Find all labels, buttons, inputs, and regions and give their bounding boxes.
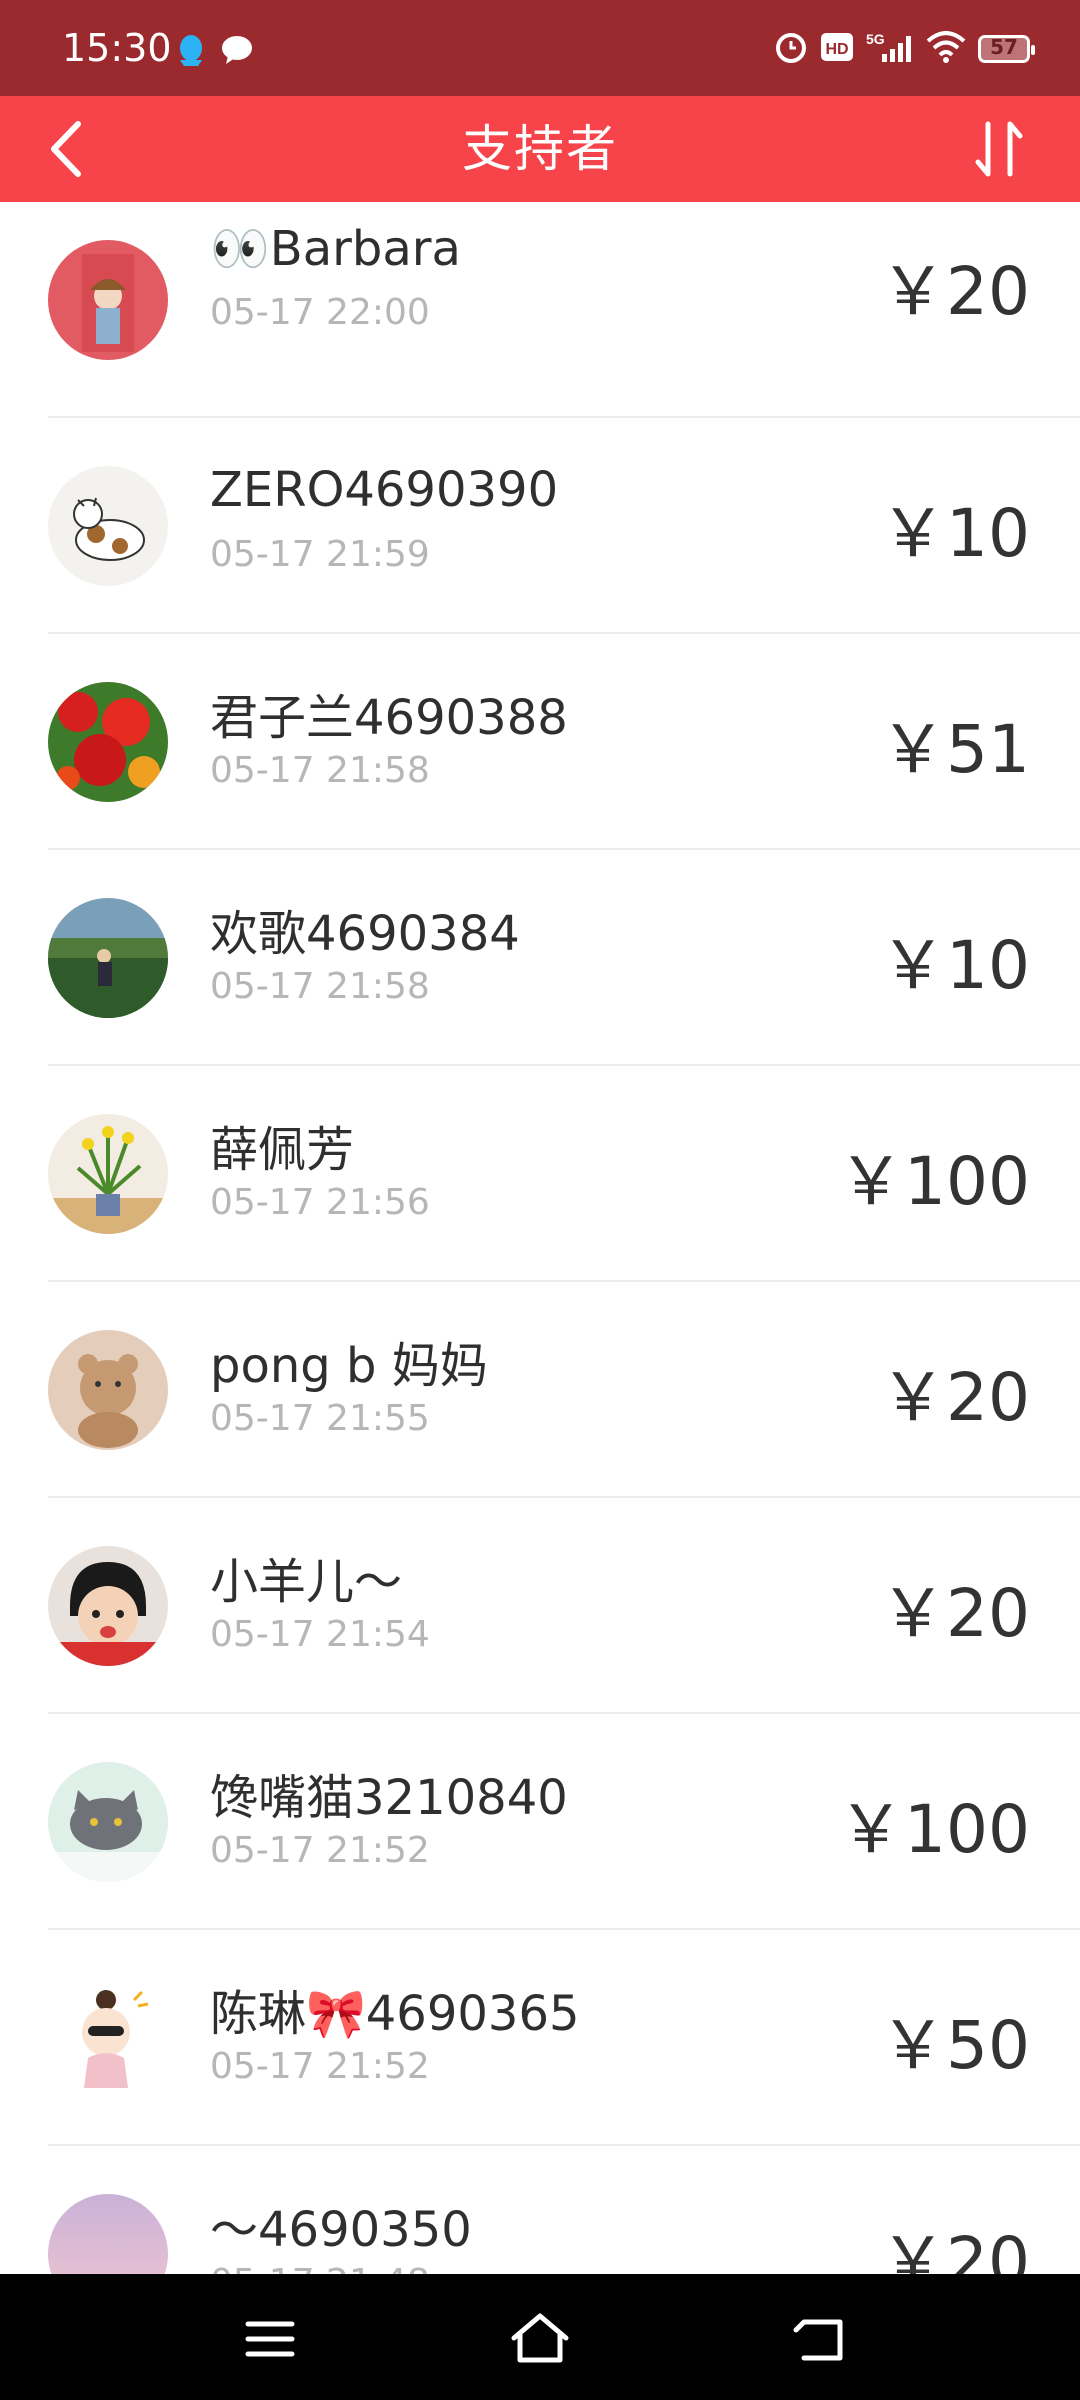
supporter-amount: ￥20	[880, 2223, 1030, 2274]
home-button[interactable]	[500, 2304, 580, 2374]
avatar[interactable]	[48, 1978, 168, 2098]
sort-button[interactable]	[960, 110, 1040, 190]
supporter-amount: ￥20	[880, 1575, 1030, 1652]
supporter-row[interactable]: pong b 妈妈 05-17 21:55 ￥20	[0, 1282, 1080, 1498]
signal-icon: 5G	[866, 30, 914, 68]
avatar[interactable]	[48, 898, 168, 1018]
supporter-time: 05-17 21:55	[210, 1398, 430, 1439]
chat-icon	[220, 34, 254, 72]
supporter-amount: ￥20	[880, 1359, 1030, 1436]
supporter-row[interactable]: 馋嘴猫3210840 05-17 21:52 ￥100	[0, 1714, 1080, 1930]
supporter-name: 薛佩芳	[210, 1122, 355, 1178]
back-icon	[793, 2319, 843, 2361]
supporter-row[interactable]: 👀Barbara 05-17 22:00 ￥20	[0, 202, 1080, 418]
home-icon	[511, 2313, 569, 2363]
supporter-time: 05-17 21:52	[210, 1830, 430, 1871]
supporter-name: 君子兰4690388	[210, 690, 568, 746]
supporter-name: 陈琳🎀4690365	[210, 1986, 580, 2042]
hd-icon: HD	[820, 32, 854, 66]
sort-icon	[975, 121, 1023, 177]
menu-button[interactable]	[230, 2304, 310, 2374]
svg-text:5G: 5G	[866, 31, 885, 47]
supporter-name: 小羊儿～	[210, 1554, 403, 1610]
avatar[interactable]	[48, 466, 168, 586]
app-header: 支持者	[0, 96, 1080, 202]
qq-icon	[176, 34, 206, 72]
supporter-amount: ￥10	[880, 927, 1030, 1004]
navigation-bar	[0, 2274, 1080, 2400]
alarm-icon	[774, 30, 808, 68]
supporter-name: 👀Barbara	[210, 221, 461, 277]
system-icons: HD 5G 57	[774, 30, 1035, 68]
supporter-time: 05-17 22:00	[210, 292, 430, 333]
supporter-name: ～4690350	[210, 2202, 472, 2258]
supporter-amount: ￥51	[880, 711, 1030, 788]
supporter-time: 05-17 21:52	[210, 2046, 430, 2087]
notification-icons	[176, 34, 254, 72]
supporter-amount: ￥100	[838, 1143, 1030, 1220]
wifi-icon	[926, 31, 966, 67]
avatar[interactable]	[48, 1114, 168, 1234]
supporter-time: 05-17 21:58	[210, 750, 430, 791]
supporter-time: 05-17 21:54	[210, 1614, 430, 1655]
supporter-amount: ￥20	[880, 253, 1030, 330]
avatar[interactable]	[48, 1762, 168, 1882]
supporter-name: ZERO4690390	[210, 462, 559, 518]
avatar[interactable]	[48, 1546, 168, 1666]
supporter-name: 欢歌4690384	[210, 906, 520, 962]
menu-icon	[245, 2321, 295, 2357]
supporter-row[interactable]: 君子兰4690388 05-17 21:58 ￥51	[0, 634, 1080, 850]
supporter-time: 05-17 21:56	[210, 1182, 430, 1223]
supporter-amount: ￥100	[838, 1791, 1030, 1868]
supporter-row[interactable]: 薛佩芳 05-17 21:56 ￥100	[0, 1066, 1080, 1282]
supporter-list[interactable]: 👀Barbara 05-17 22:00 ￥20 ZERO4690390 05-…	[0, 202, 1080, 2274]
supporter-amount: ￥50	[880, 2007, 1030, 2084]
battery-icon: 57	[978, 35, 1035, 63]
status-bar: 15:30 HD 5G 57	[0, 0, 1080, 96]
back-nav-button[interactable]	[780, 2304, 860, 2374]
avatar[interactable]	[48, 2194, 168, 2274]
supporter-row[interactable]: 小羊儿～ 05-17 21:54 ￥20	[0, 1498, 1080, 1714]
page-title: 支持者	[462, 120, 618, 178]
supporter-row[interactable]: ZERO4690390 05-17 21:59 ￥10	[0, 418, 1080, 634]
supporter-time: 05-17 21:58	[210, 966, 430, 1007]
avatar[interactable]	[48, 240, 168, 360]
avatar[interactable]	[48, 682, 168, 802]
svg-text:HD: HD	[825, 41, 848, 58]
status-time: 15:30	[62, 26, 172, 70]
avatar[interactable]	[48, 1330, 168, 1450]
supporter-name: 馋嘴猫3210840	[210, 1770, 568, 1826]
supporter-row[interactable]: ～4690350 05-17 21:48 ￥20	[0, 2146, 1080, 2274]
supporter-row[interactable]: 陈琳🎀4690365 05-17 21:52 ￥50	[0, 1930, 1080, 2146]
supporter-amount: ￥10	[880, 495, 1030, 572]
supporter-name: pong b 妈妈	[210, 1338, 488, 1394]
supporter-row[interactable]: 欢歌4690384 05-17 21:58 ￥10	[0, 850, 1080, 1066]
supporter-time: 05-17 21:59	[210, 534, 430, 575]
supporter-time: 05-17 21:48	[210, 2262, 430, 2274]
